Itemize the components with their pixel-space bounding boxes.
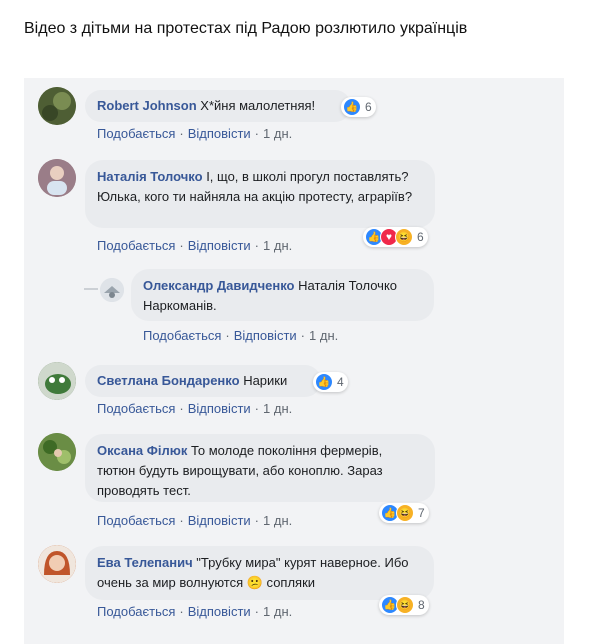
reactions-summary[interactable]: 👍 6 bbox=[341, 97, 376, 117]
reaction-count: 6 bbox=[417, 230, 424, 244]
avatar-photo-icon bbox=[38, 87, 76, 125]
avatar[interactable] bbox=[38, 362, 76, 400]
reaction-count: 4 bbox=[337, 375, 344, 389]
haha-reaction-icon: 😆 bbox=[396, 596, 414, 614]
comment-text: Нарики bbox=[243, 373, 288, 388]
comment-actions: Подобається · Відповісти · 1 дн. bbox=[97, 604, 292, 619]
comment-actions: Подобається · Відповісти · 1 дн. bbox=[97, 238, 292, 253]
comment-time[interactable]: 1 дн. bbox=[263, 238, 292, 253]
comment-bubble: Оксана Філюк То молоде покоління фермері… bbox=[85, 434, 435, 502]
comment-bubble: Robert Johnson Х*йня малолетняя! bbox=[85, 90, 351, 122]
comment-author[interactable]: Robert Johnson bbox=[97, 98, 197, 113]
avatar[interactable] bbox=[100, 278, 124, 302]
avatar-photo-icon bbox=[38, 362, 76, 400]
avatar[interactable] bbox=[38, 87, 76, 125]
separator: · bbox=[254, 238, 260, 253]
reaction-count: 6 bbox=[365, 100, 372, 114]
avatar[interactable] bbox=[38, 433, 76, 471]
reactions-summary[interactable]: 👍 4 bbox=[313, 372, 348, 392]
comment-author[interactable]: Оксана Філюк bbox=[97, 443, 187, 458]
reply-link[interactable]: Відповісти bbox=[188, 513, 251, 528]
reply-link[interactable]: Відповісти bbox=[188, 401, 251, 416]
separator: · bbox=[254, 604, 260, 619]
comment-actions: Подобається · Відповісти · 1 дн. bbox=[97, 513, 292, 528]
separator: · bbox=[300, 328, 306, 343]
separator: · bbox=[179, 513, 184, 528]
avatar[interactable] bbox=[38, 545, 76, 583]
reactions-summary[interactable]: 👍 😆 7 bbox=[379, 503, 429, 523]
avatar-photo-icon bbox=[38, 545, 76, 583]
like-link[interactable]: Подобається bbox=[97, 401, 175, 416]
reply-connector bbox=[84, 288, 98, 290]
reaction-count: 7 bbox=[418, 506, 425, 520]
comment-time[interactable]: 1 дн. bbox=[263, 401, 292, 416]
avatar-photo-icon bbox=[38, 159, 76, 197]
reaction-count: 8 bbox=[418, 598, 425, 612]
avatar-photo-icon bbox=[38, 433, 76, 471]
comment-author[interactable]: Олександр Давидченко bbox=[143, 278, 295, 293]
separator: · bbox=[225, 328, 230, 343]
like-link[interactable]: Подобається bbox=[97, 238, 175, 253]
comment-author[interactable]: Ева Телепанич bbox=[97, 555, 193, 570]
separator: · bbox=[254, 126, 260, 141]
reply-link[interactable]: Відповісти bbox=[234, 328, 297, 343]
avatar[interactable] bbox=[38, 159, 76, 197]
like-link[interactable]: Подобається bbox=[143, 328, 221, 343]
separator: · bbox=[254, 401, 260, 416]
comment-actions: Подобається · Відповісти · 1 дн. bbox=[97, 126, 292, 141]
comment-time[interactable]: 1 дн. bbox=[263, 513, 292, 528]
separator: · bbox=[179, 401, 184, 416]
separator: · bbox=[179, 604, 184, 619]
comment-author[interactable]: Наталія Толочко bbox=[97, 169, 203, 184]
like-reaction-icon: 👍 bbox=[343, 98, 361, 116]
reply-link[interactable]: Відповісти bbox=[188, 238, 251, 253]
comment-text: Х*йня малолетняя! bbox=[200, 98, 316, 113]
comment-bubble: Ева Телепанич "Трубку мира" курят наверн… bbox=[85, 546, 434, 600]
comment-actions: Подобається · Відповісти · 1 дн. bbox=[97, 401, 292, 416]
comment-actions: Подобається · Відповісти · 1 дн. bbox=[143, 328, 338, 343]
comment-author[interactable]: Светлана Бондаренко bbox=[97, 373, 240, 388]
comment-bubble: Наталія Толочко І, що, в школі прогул по… bbox=[85, 160, 435, 228]
comment-time[interactable]: 1 дн. bbox=[309, 328, 338, 343]
reply-link[interactable]: Відповісти bbox=[188, 604, 251, 619]
like-link[interactable]: Подобається bbox=[97, 513, 175, 528]
separator: · bbox=[179, 126, 184, 141]
haha-reaction-icon: 😆 bbox=[395, 228, 413, 246]
reactions-summary[interactable]: 👍 😆 8 bbox=[379, 595, 429, 615]
like-link[interactable]: Подобається bbox=[97, 604, 175, 619]
reply-link[interactable]: Відповісти bbox=[188, 126, 251, 141]
comment-time[interactable]: 1 дн. bbox=[263, 604, 292, 619]
comments-panel: Robert Johnson Х*йня малолетняя! 👍 6 Под… bbox=[24, 78, 564, 644]
article-headline: Відео з дітьми на протестах під Радою ро… bbox=[24, 20, 468, 37]
comment-bubble: Светлана Бондаренко Нарики bbox=[85, 365, 321, 397]
like-reaction-icon: 👍 bbox=[315, 373, 333, 391]
comment-time[interactable]: 1 дн. bbox=[263, 126, 292, 141]
like-link[interactable]: Подобається bbox=[97, 126, 175, 141]
avatar-photo-icon bbox=[100, 278, 124, 302]
separator: · bbox=[179, 238, 184, 253]
haha-reaction-icon: 😆 bbox=[396, 504, 414, 522]
reactions-summary[interactable]: 👍 ♥ 😆 6 bbox=[363, 227, 428, 247]
separator: · bbox=[254, 513, 260, 528]
comment-bubble: Олександр Давидченко Наталія Толочко Нар… bbox=[131, 269, 434, 321]
